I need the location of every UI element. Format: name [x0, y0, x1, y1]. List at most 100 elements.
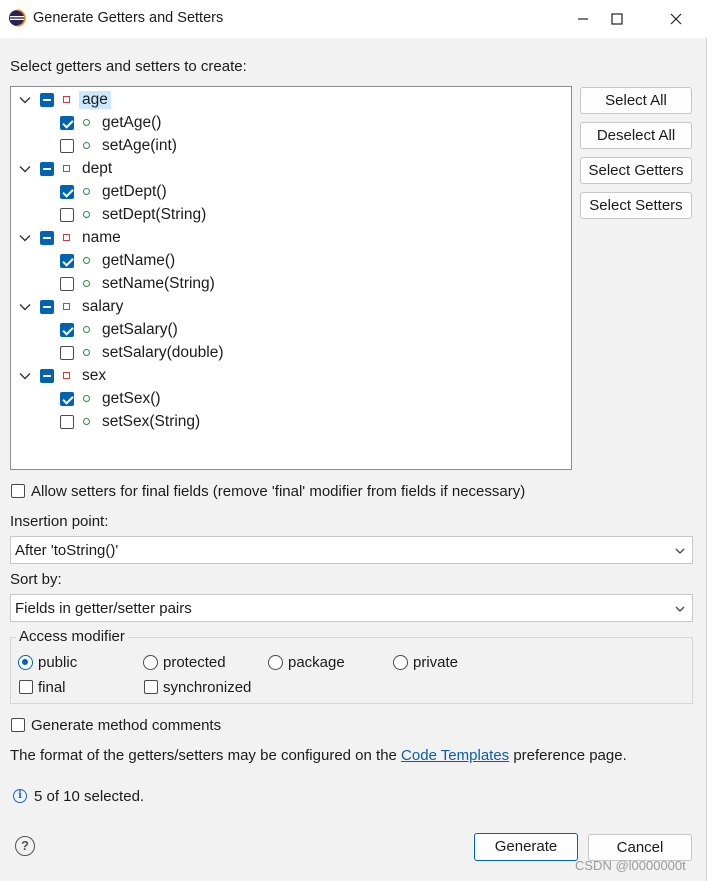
tree-method-label: getAge()	[102, 113, 162, 131]
tree-method-row[interactable]: getName()	[11, 249, 175, 272]
format-note-after: preference page.	[509, 747, 627, 764]
field-icon	[63, 96, 70, 103]
tree-field-label: name	[82, 228, 121, 246]
tree-method-checkbox[interactable]	[60, 138, 74, 153]
tree-field-label: salary	[82, 297, 124, 315]
method-icon	[83, 211, 90, 218]
field-icon	[63, 372, 70, 379]
tree-method-checkbox[interactable]	[60, 345, 74, 360]
tree-method-row[interactable]: setSalary(double)	[11, 341, 223, 364]
tree-method-checkbox[interactable]	[60, 276, 74, 291]
help-icon[interactable]: ?	[15, 836, 35, 856]
tree-method-row[interactable]: setName(String)	[11, 272, 215, 295]
chevron-down-icon[interactable]	[18, 369, 32, 383]
tree-method-row[interactable]: getSalary()	[11, 318, 178, 341]
tree-method-label: setSex(String)	[102, 412, 201, 430]
method-icon	[83, 280, 90, 287]
chevron-down-icon[interactable]	[18, 93, 32, 107]
sort-by-label: Sort by:	[10, 571, 62, 588]
method-icon	[83, 418, 90, 425]
deselect-all-button[interactable]: Deselect All	[580, 122, 692, 149]
synchronized-checkbox[interactable]	[144, 680, 158, 694]
tree-field-label: age	[79, 90, 111, 109]
maximize-button[interactable]	[594, 0, 640, 38]
final-checkbox[interactable]	[19, 680, 33, 694]
tree-method-checkbox[interactable]	[60, 322, 74, 337]
tree-method-label: getSalary()	[102, 320, 178, 338]
tree-field-label: dept	[82, 159, 113, 177]
select-prompt: Select getters and setters to create:	[10, 58, 247, 75]
tree-field-row[interactable]: dept	[11, 157, 112, 180]
method-icon	[83, 257, 90, 264]
radio-protected[interactable]	[143, 655, 158, 670]
tree-method-label: getSex()	[102, 389, 161, 407]
tree-field-checkbox[interactable]	[40, 299, 54, 314]
access-modifier-title: Access modifier	[16, 628, 128, 645]
tree-method-row[interactable]: getDept()	[11, 180, 167, 203]
insertion-point-value: After 'toString()'	[15, 542, 119, 559]
title-bar: Generate Getters and Setters	[0, 0, 707, 38]
tree-method-label: getName()	[102, 251, 176, 269]
tree-method-checkbox[interactable]	[60, 184, 74, 199]
generate-button[interactable]: Generate	[474, 833, 578, 861]
tree-method-checkbox[interactable]	[60, 414, 74, 429]
tree-method-label: getDept()	[102, 182, 167, 200]
tree-method-checkbox[interactable]	[60, 207, 74, 222]
final-label: final	[38, 679, 66, 696]
chevron-down-icon[interactable]	[18, 162, 32, 176]
tree-method-row[interactable]: getSex()	[11, 387, 161, 410]
tree-method-label: setSalary(double)	[102, 343, 224, 361]
method-icon	[83, 119, 90, 126]
radio-package[interactable]	[268, 655, 283, 670]
tree-field-row[interactable]: name	[11, 226, 121, 249]
cancel-button[interactable]: Cancel	[588, 834, 692, 861]
field-icon	[63, 234, 70, 241]
sort-by-select[interactable]: Fields in getter/setter pairs	[10, 594, 693, 622]
chevron-down-icon[interactable]	[18, 300, 32, 314]
tree-field-row[interactable]: sex	[11, 364, 106, 387]
insertion-point-label: Insertion point:	[10, 513, 109, 530]
radio-private-label: private	[413, 654, 459, 671]
tree-method-row[interactable]: setAge(int)	[11, 134, 177, 157]
radio-package-label: package	[288, 654, 345, 671]
field-icon	[63, 303, 70, 310]
code-templates-link[interactable]: Code Templates	[401, 747, 509, 764]
chevron-down-icon	[675, 548, 685, 554]
select-setters-button[interactable]: Select Setters	[580, 192, 692, 219]
method-icon	[83, 188, 90, 195]
close-button[interactable]	[653, 0, 699, 38]
tree-method-checkbox[interactable]	[60, 115, 74, 130]
tree-method-checkbox[interactable]	[60, 253, 74, 268]
tree-method-label: setDept(String)	[102, 205, 207, 223]
allow-final-checkbox[interactable]	[11, 484, 25, 498]
method-comments-label: Generate method comments	[31, 717, 222, 734]
format-note-before: The format of the getters/setters may be…	[10, 747, 402, 764]
tree-method-label: setName(String)	[102, 274, 215, 292]
tree-method-row[interactable]: setDept(String)	[11, 203, 206, 226]
select-getters-button[interactable]: Select Getters	[580, 157, 692, 184]
sort-by-value: Fields in getter/setter pairs	[15, 600, 192, 617]
method-comments-checkbox[interactable]	[11, 718, 25, 732]
tree-field-row[interactable]: age	[11, 88, 111, 111]
chevron-down-icon[interactable]	[18, 231, 32, 245]
radio-public[interactable]	[18, 655, 33, 670]
access-modifier-group	[10, 637, 693, 704]
format-note: The format of the getters/setters may be…	[10, 747, 627, 764]
tree-method-checkbox[interactable]	[60, 391, 74, 406]
select-all-button[interactable]: Select All	[580, 87, 692, 114]
method-icon	[83, 349, 90, 356]
tree-field-checkbox[interactable]	[40, 230, 54, 245]
tree-method-row[interactable]: setSex(String)	[11, 410, 200, 433]
method-icon	[83, 142, 90, 149]
tree-field-checkbox[interactable]	[40, 368, 54, 383]
tree-field-checkbox[interactable]	[40, 92, 54, 107]
getter-setter-tree[interactable]: age getAge() setAge(int) dept getDept() setDe…	[10, 86, 572, 470]
insertion-point-select[interactable]: After 'toString()'	[10, 536, 693, 564]
field-icon	[63, 165, 70, 172]
radio-private[interactable]	[393, 655, 408, 670]
tree-field-row[interactable]: salary	[11, 295, 123, 318]
watermark: CSDN @l0000000t	[575, 858, 686, 873]
eclipse-icon	[9, 9, 26, 27]
tree-field-checkbox[interactable]	[40, 161, 54, 176]
tree-method-row[interactable]: getAge()	[11, 111, 161, 134]
